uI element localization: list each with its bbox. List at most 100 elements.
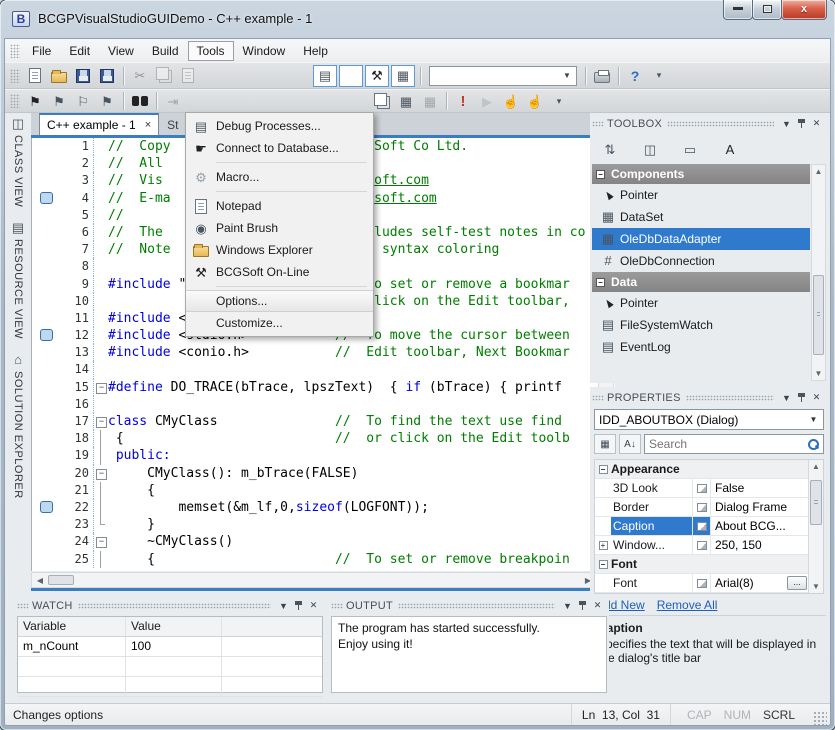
- close-button[interactable]: x: [781, 0, 827, 20]
- bookmark-gutter[interactable]: [32, 224, 60, 241]
- expand-icon[interactable]: +: [599, 541, 608, 550]
- toolbox-group-data[interactable]: −Data: [592, 272, 810, 292]
- scroll-left-icon[interactable]: ◀: [35, 576, 45, 585]
- bookmark-gutter[interactable]: [32, 499, 60, 516]
- title-bar[interactable]: B BCGPVisualStudioGUIDemo - C++ example …: [0, 0, 835, 38]
- bookmark-gutter[interactable]: [32, 138, 60, 155]
- panel-pin-icon[interactable]: [794, 392, 809, 403]
- menu-view[interactable]: View: [99, 41, 143, 61]
- panel-pin-icon[interactable]: [794, 118, 809, 129]
- bookmark-gutter[interactable]: [32, 379, 60, 396]
- property-value[interactable]: Arial(8)...: [711, 576, 823, 590]
- dialog-wizard-button[interactable]: ▤: [313, 65, 337, 87]
- preview-window-button[interactable]: ▦: [391, 65, 415, 87]
- property-value[interactable]: Dialog Frame: [711, 500, 823, 514]
- bookmark-gutter[interactable]: [32, 207, 60, 224]
- fold-margin[interactable]: [94, 379, 108, 396]
- property-row-window[interactable]: +Window...250, 150: [595, 536, 823, 555]
- fold-margin[interactable]: [94, 533, 108, 550]
- toolbox-item-eventlog[interactable]: ▤EventLog: [592, 336, 810, 358]
- play-button[interactable]: ▶: [476, 91, 498, 111]
- menu-tools[interactable]: Tools: [188, 41, 234, 61]
- splitter-control-button[interactable]: ◫: [639, 139, 661, 159]
- send-stack-button[interactable]: [371, 91, 393, 111]
- bookmark-gutter[interactable]: [32, 551, 60, 568]
- panel-menu-icon[interactable]: ▼: [779, 119, 794, 129]
- bookmark-gutter[interactable]: [32, 361, 60, 378]
- hyperlink[interactable]: soft.com: [374, 191, 437, 206]
- code-line[interactable]: 20 CMyClass(): m_bTrace(FALSE): [32, 465, 615, 482]
- menu-item-bcgsoft-on-line[interactable]: ⚒BCGSoft On-Line: [186, 261, 373, 283]
- menu-window[interactable]: Window: [234, 41, 295, 61]
- panel-close-icon[interactable]: ✕: [306, 600, 321, 611]
- code-line[interactable]: 19 public:: [32, 447, 615, 464]
- menu-item-macro[interactable]: ⚙Macro...: [186, 166, 373, 188]
- property-category-appearance[interactable]: −Appearance: [595, 460, 823, 479]
- pan-hand-drop-button[interactable]: ☝: [524, 91, 546, 111]
- toolbar-combobox[interactable]: ▼: [429, 66, 577, 86]
- tab-close-icon[interactable]: ×: [145, 119, 151, 131]
- paste-button[interactable]: [177, 66, 199, 86]
- grid-remove-button[interactable]: ▦: [419, 91, 441, 111]
- sidebar-tab-solution-explorer[interactable]: ⌂SOLUTION EXPLORER: [12, 353, 24, 499]
- panel-pin-icon[interactable]: [291, 600, 306, 611]
- bookmark-gutter[interactable]: [32, 155, 60, 172]
- build-hammer-button[interactable]: ⚒: [365, 65, 389, 87]
- watch-header[interactable]: WATCH ▼ ✕: [15, 595, 325, 616]
- menubar-grip[interactable]: [10, 44, 20, 58]
- bookmark-gutter[interactable]: [32, 344, 60, 361]
- help-button[interactable]: ?: [624, 66, 646, 86]
- minimize-button[interactable]: [723, 0, 753, 20]
- save-all-button[interactable]: [96, 66, 118, 86]
- bookmark-gutter[interactable]: [32, 276, 60, 293]
- watch-cell[interactable]: [18, 657, 126, 676]
- property-value[interactable]: 250, 150: [711, 538, 823, 552]
- watch-cell[interactable]: [126, 657, 222, 676]
- panel-close-icon[interactable]: ✕: [590, 600, 605, 611]
- toolbox-scrollbar[interactable]: ▲ ▼: [811, 164, 826, 381]
- menu-item-paint-brush[interactable]: ◉Paint Brush: [186, 217, 373, 239]
- bookmark-gutter[interactable]: [32, 310, 60, 327]
- grid-button[interactable]: ▦: [395, 91, 417, 111]
- toolbox-item-pointer[interactable]: ▲Pointer: [592, 292, 810, 314]
- toolbox-item-dataset[interactable]: ▦DataSet: [592, 206, 810, 228]
- maximize-button[interactable]: [752, 0, 782, 20]
- code-line[interactable]: 15#define DO_TRACE(bTrace, lpszText) { i…: [32, 379, 615, 396]
- caret-down-button[interactable]: ▾: [648, 66, 670, 86]
- menu-item-debug-processes[interactable]: ▤Debug Processes...: [186, 115, 373, 137]
- bookmark-gutter[interactable]: [32, 327, 60, 344]
- watch-cell[interactable]: [222, 677, 322, 696]
- run-exclamation-button[interactable]: !: [452, 91, 474, 111]
- toolbar-grip-2[interactable]: [10, 94, 20, 108]
- collapse-icon[interactable]: −: [596, 170, 605, 179]
- watch-cell[interactable]: m_nCount: [18, 637, 126, 656]
- bookmark-gutter[interactable]: [32, 172, 60, 189]
- watch-cell[interactable]: 100: [126, 637, 222, 656]
- bookmark-gutter[interactable]: [32, 241, 60, 258]
- code-line[interactable]: 24 ~CMyClass(): [32, 533, 615, 550]
- output-header[interactable]: OUTPUT ▼ ✕: [329, 595, 609, 616]
- watch-cell[interactable]: [18, 677, 126, 696]
- editor-horizontal-scrollbar[interactable]: ◀ ▶: [31, 572, 597, 588]
- toolbox-item-oledbconnection[interactable]: #OleDbConnection: [592, 250, 810, 272]
- property-row-border[interactable]: BorderDialog Frame: [595, 498, 823, 517]
- pan-hand-button[interactable]: ☝: [500, 91, 522, 111]
- categorized-view-button[interactable]: ▦: [594, 434, 616, 454]
- menu-item-connect-to-database[interactable]: ☛Connect to Database...: [186, 137, 373, 159]
- code-line[interactable]: 13#include <conio.h> // Edit toolbar, Ne…: [32, 344, 615, 361]
- trackbar-control-button[interactable]: ▭: [679, 139, 701, 159]
- code-line[interactable]: 17class CMyClass // To find the text use…: [32, 413, 615, 430]
- menu-edit[interactable]: Edit: [60, 41, 99, 61]
- new-file-button[interactable]: [24, 66, 46, 86]
- property-row-3d-look[interactable]: 3D LookFalse: [595, 479, 823, 498]
- code-line[interactable]: 21 {: [32, 482, 615, 499]
- watch-cell[interactable]: [222, 657, 322, 676]
- watch-row[interactable]: [18, 657, 322, 677]
- combo-dropdown-icon[interactable]: ▼: [560, 69, 574, 83]
- remove-all-link[interactable]: Remove All: [657, 598, 718, 612]
- blank-window-button[interactable]: [339, 65, 363, 87]
- code-line[interactable]: 16: [32, 396, 615, 413]
- menu-file[interactable]: File: [23, 41, 60, 61]
- panel-pin-icon[interactable]: [575, 600, 590, 611]
- properties-scrollbar[interactable]: ▲ ▼: [808, 460, 823, 593]
